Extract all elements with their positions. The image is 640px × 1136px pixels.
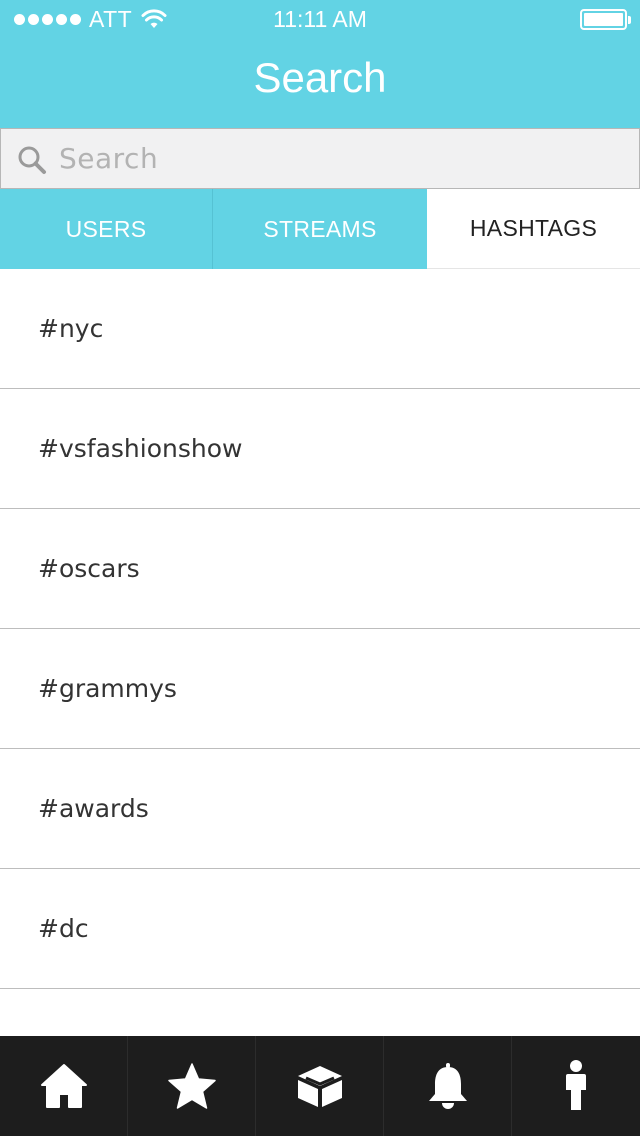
hashtag-item-awards[interactable]: #awards: [0, 749, 640, 869]
tabbar-profile-button[interactable]: [512, 1036, 640, 1136]
hashtag-item-oscars[interactable]: #oscars: [0, 509, 640, 629]
tabbar-home-button[interactable]: [0, 1036, 128, 1136]
home-icon: [40, 1064, 87, 1108]
battery-icon: [580, 9, 631, 30]
hashtag-item-dc[interactable]: #dc: [0, 869, 640, 989]
header: ATT 11:11 AM Search: [0, 0, 640, 128]
hashtag-item-nyc[interactable]: #nyc: [0, 269, 640, 389]
search-icon: [18, 146, 46, 174]
hashtag-list: #nyc #vsfashionshow #oscars #grammys #aw…: [0, 269, 640, 989]
search-input[interactable]: [59, 137, 619, 179]
tab-users[interactable]: USERS: [0, 189, 213, 269]
bell-icon: [428, 1063, 467, 1109]
tab-hashtags[interactable]: HASHTAGS: [427, 189, 640, 269]
hashtag-item-vsfashionshow[interactable]: #vsfashionshow: [0, 389, 640, 509]
segmented-tabs: USERS STREAMS HASHTAGS: [0, 189, 640, 269]
star-icon: [167, 1063, 216, 1109]
hashtag-item-grammys[interactable]: #grammys: [0, 629, 640, 749]
bottom-tab-bar: [0, 1036, 640, 1136]
tabbar-notifications-button[interactable]: [384, 1036, 512, 1136]
status-time: 11:11 AM: [273, 6, 367, 32]
tabbar-favorites-button[interactable]: [128, 1036, 256, 1136]
tab-streams[interactable]: STREAMS: [213, 189, 427, 269]
page-title: Search: [253, 54, 387, 101]
box-icon: [297, 1066, 342, 1107]
person-icon: [566, 1060, 586, 1110]
search-bar: [0, 128, 640, 189]
status-bar: ATT 11:11 AM: [0, 0, 640, 40]
tabbar-box-button[interactable]: [256, 1036, 384, 1136]
